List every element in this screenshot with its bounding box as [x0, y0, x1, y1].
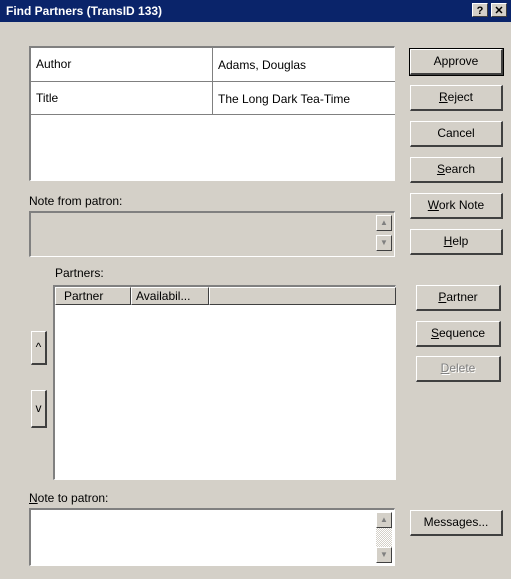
column-header-partner[interactable]: Partner — [55, 287, 131, 305]
scroll-up-icon[interactable]: ▲ — [376, 215, 392, 231]
title-label-cell: Title — [31, 82, 213, 115]
record-table: Author Adams, Douglas Title The Long Dar… — [29, 46, 395, 181]
title-value: The Long Dark Tea-Time — [218, 92, 351, 106]
work-note-button[interactable]: Work Note — [410, 193, 503, 219]
cancel-button[interactable]: Cancel — [410, 121, 503, 147]
scroll-down-icon[interactable]: ▼ — [376, 547, 392, 563]
reject-button[interactable]: Reject — [410, 85, 503, 111]
move-down-button[interactable]: v — [31, 390, 47, 428]
title-label: Title — [36, 91, 59, 105]
scroll-up-icon[interactable]: ▲ — [376, 512, 392, 528]
help-title-button[interactable]: ? — [472, 3, 488, 17]
note-from-patron-field[interactable]: ▲ ▼ — [29, 211, 395, 257]
window-title: Find Partners (TransID 133) — [6, 4, 163, 18]
scroll-down-icon[interactable]: ▼ — [376, 235, 392, 251]
author-value-cell[interactable]: Adams, Douglas — [213, 48, 395, 82]
author-value: Adams, Douglas — [218, 58, 307, 72]
approve-button[interactable]: Approve — [409, 48, 504, 76]
note-to-patron-label: Note to patron: — [29, 491, 109, 505]
partner-button[interactable]: Partner — [416, 285, 501, 311]
delete-button[interactable]: Delete — [416, 356, 501, 382]
note-from-patron-label: Note from patron: — [29, 194, 123, 208]
sequence-button[interactable]: Sequence — [416, 321, 501, 347]
author-label-cell: Author — [31, 48, 213, 82]
column-header-empty — [209, 287, 396, 305]
author-label: Author — [36, 57, 72, 71]
partners-label: Partners: — [55, 266, 104, 280]
column-header-availability[interactable]: Availabil... — [131, 287, 209, 305]
title-bar: Find Partners (TransID 133) ? ✕ — [0, 0, 511, 22]
note-to-patron-field[interactable]: ▲ ▼ — [29, 508, 395, 566]
close-icon[interactable]: ✕ — [491, 3, 507, 17]
title-value-cell[interactable]: The Long Dark Tea-Time — [213, 82, 395, 115]
help-button[interactable]: Help — [410, 229, 503, 255]
scrollbar-track[interactable] — [376, 528, 392, 547]
search-button[interactable]: Search — [410, 157, 503, 183]
partners-list[interactable]: Partner Availabil... — [53, 285, 396, 480]
messages-button[interactable]: Messages... — [410, 510, 503, 536]
move-up-button[interactable]: ^ — [31, 331, 47, 365]
